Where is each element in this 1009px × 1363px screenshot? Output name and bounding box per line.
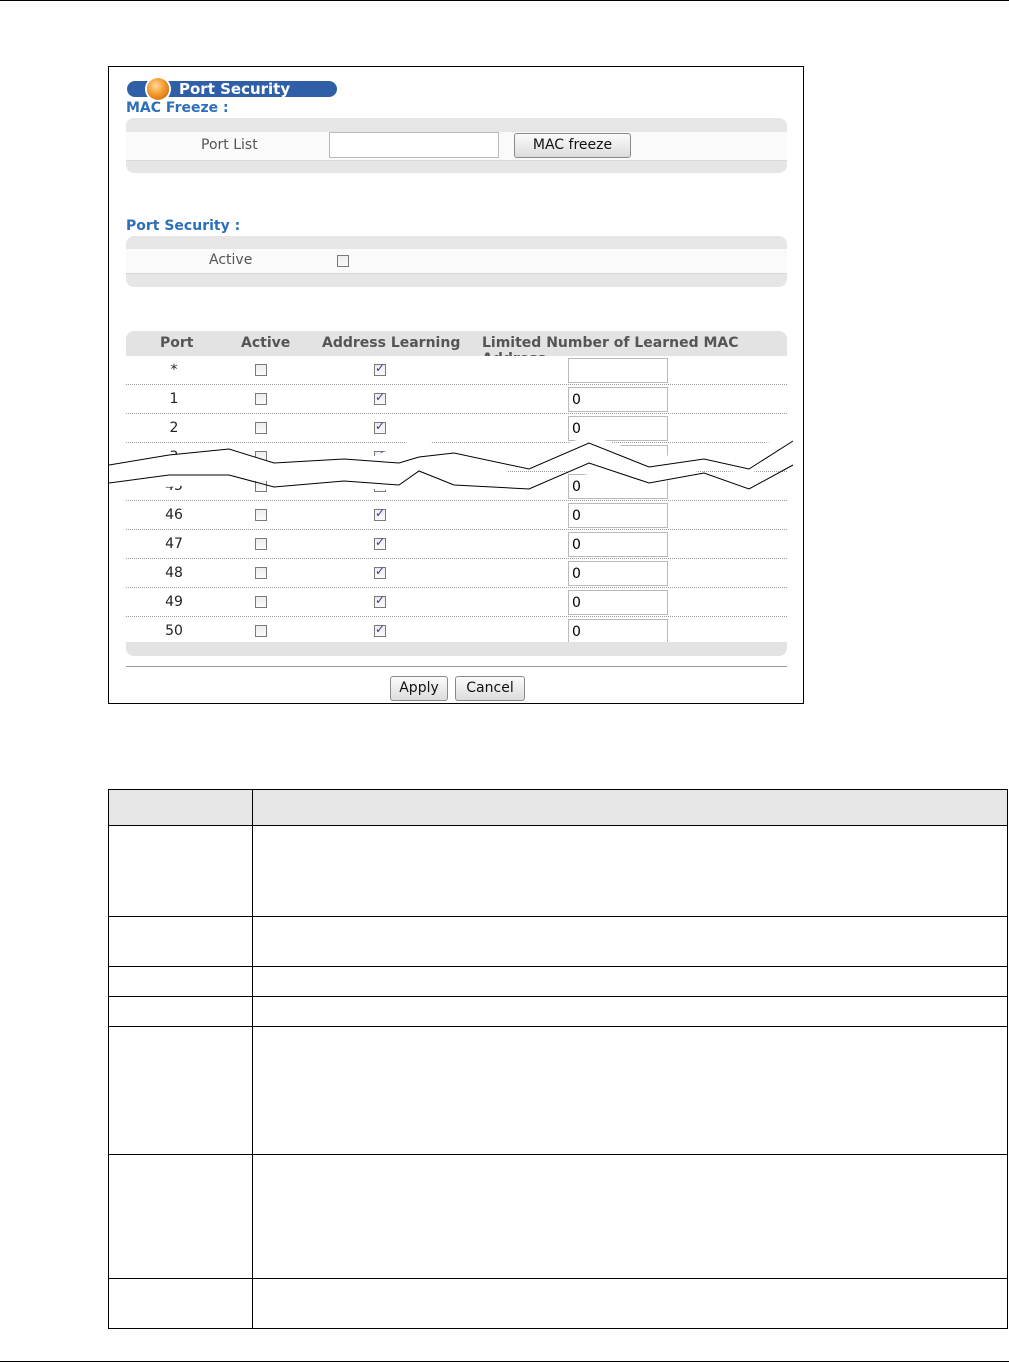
description-row bbox=[108, 1278, 1008, 1329]
address-learning-checkbox[interactable] bbox=[374, 361, 386, 376]
description-header-cell bbox=[108, 789, 253, 826]
description-cell bbox=[252, 825, 1008, 917]
address-learning-checkbox[interactable] bbox=[374, 622, 386, 637]
port-active-checkbox[interactable] bbox=[255, 393, 267, 405]
description-header-cell bbox=[252, 789, 1008, 826]
page-title: Port Security bbox=[179, 80, 291, 98]
orange-ball-icon bbox=[147, 78, 169, 100]
table-row: 49 bbox=[126, 588, 787, 617]
bottom-rule bbox=[0, 1361, 1009, 1362]
port-active-checkbox[interactable] bbox=[255, 567, 267, 579]
port-active-checkbox[interactable] bbox=[255, 625, 267, 637]
address-learning-checkbox[interactable] bbox=[374, 564, 386, 579]
mac-limit-input[interactable] bbox=[568, 532, 668, 557]
port-list-input[interactable] bbox=[329, 132, 499, 158]
port-number: * bbox=[170, 362, 178, 378]
port-security-panel: Active bbox=[126, 236, 787, 287]
active-row: Active bbox=[126, 249, 787, 274]
description-table bbox=[108, 789, 1008, 1329]
address-learning-checkbox[interactable] bbox=[374, 390, 386, 405]
mac-limit-input[interactable] bbox=[568, 387, 668, 412]
address-learning-checkbox[interactable] bbox=[374, 535, 386, 550]
port-number: 47 bbox=[165, 536, 183, 552]
port-number: 48 bbox=[165, 565, 183, 581]
description-cell bbox=[252, 1026, 1008, 1155]
mac-limit-input[interactable] bbox=[568, 590, 668, 615]
description-row bbox=[108, 1026, 1008, 1155]
description-cell bbox=[252, 1154, 1008, 1279]
break-mark bbox=[109, 435, 795, 491]
divider bbox=[126, 666, 787, 667]
description-cell bbox=[108, 1278, 253, 1329]
description-cell bbox=[108, 966, 253, 997]
description-cell bbox=[108, 996, 253, 1027]
port-number: 1 bbox=[169, 391, 179, 407]
description-row bbox=[108, 1154, 1008, 1279]
table-header: Port Active Address Learning Limited Num… bbox=[126, 331, 787, 367]
port-active-checkbox[interactable] bbox=[255, 596, 267, 608]
port-security-screen: Port Security MAC Freeze : Port List MAC… bbox=[108, 66, 804, 704]
port-active-checkbox[interactable] bbox=[255, 538, 267, 550]
col-port-header: Port bbox=[160, 335, 194, 351]
port-number: 2 bbox=[169, 420, 179, 436]
mac-limit-input[interactable] bbox=[568, 358, 668, 383]
cancel-button[interactable]: Cancel bbox=[455, 676, 525, 701]
port-security-active-checkbox[interactable] bbox=[337, 255, 349, 267]
port-active-checkbox[interactable] bbox=[255, 364, 267, 376]
apply-button[interactable]: Apply bbox=[390, 676, 448, 701]
description-cell bbox=[108, 1154, 253, 1279]
col-learning-header: Address Learning bbox=[322, 335, 461, 351]
col-active-header: Active bbox=[241, 335, 291, 351]
address-learning-checkbox[interactable] bbox=[374, 593, 386, 608]
table-row: 1 bbox=[126, 385, 787, 414]
table-footer bbox=[126, 642, 787, 656]
description-cell bbox=[108, 825, 253, 917]
address-learning-checkbox[interactable] bbox=[374, 419, 386, 434]
mac-freeze-title: MAC Freeze : bbox=[126, 100, 229, 116]
active-label: Active bbox=[209, 252, 253, 268]
port-active-checkbox[interactable] bbox=[255, 422, 267, 434]
description-cell bbox=[252, 966, 1008, 997]
mac-freeze-button[interactable]: MAC freeze bbox=[514, 133, 631, 158]
description-row bbox=[108, 996, 1008, 1027]
table-row: 48 bbox=[126, 559, 787, 588]
description-table-header bbox=[108, 789, 1008, 826]
description-cell bbox=[108, 1026, 253, 1155]
mac-limit-input[interactable] bbox=[568, 619, 668, 644]
description-row bbox=[108, 966, 1008, 997]
port-security-title: Port Security : bbox=[126, 218, 241, 234]
description-cell bbox=[252, 996, 1008, 1027]
description-cell bbox=[252, 1278, 1008, 1329]
page-banner: Port Security bbox=[127, 78, 337, 100]
description-row bbox=[108, 916, 1008, 967]
description-cell bbox=[252, 916, 1008, 967]
port-number: 50 bbox=[165, 623, 183, 639]
mac-limit-input[interactable] bbox=[568, 561, 668, 586]
mac-freeze-panel: Port List MAC freeze bbox=[126, 118, 787, 173]
description-cell bbox=[108, 916, 253, 967]
table-row: 47 bbox=[126, 530, 787, 559]
port-list-row: Port List MAC freeze bbox=[126, 132, 787, 161]
description-row bbox=[108, 825, 1008, 917]
table-row: * bbox=[126, 356, 787, 385]
top-rule bbox=[0, 0, 1009, 1]
port-number: 49 bbox=[165, 594, 183, 610]
port-list-label: Port List bbox=[201, 137, 258, 153]
